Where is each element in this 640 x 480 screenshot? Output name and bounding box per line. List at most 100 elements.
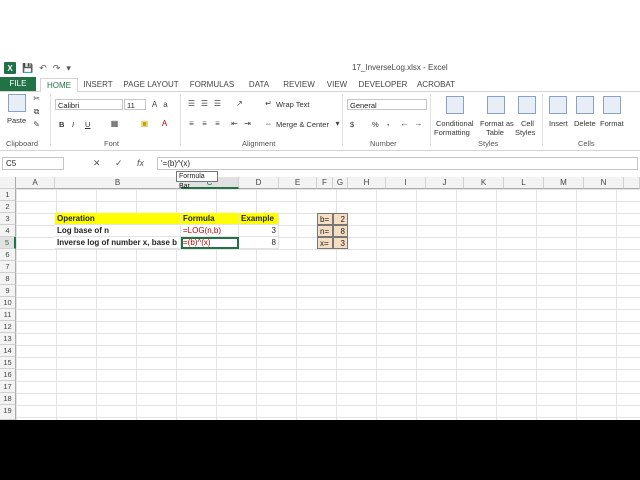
column-header-f[interactable]: F	[317, 177, 333, 189]
save-icon[interactable]: 💾	[22, 63, 33, 74]
percent-button[interactable]: %	[372, 120, 379, 129]
customize-icon[interactable]: ▾	[66, 63, 71, 74]
tab-review[interactable]: REVIEW	[280, 78, 318, 91]
cell-d4[interactable]: 3	[239, 225, 279, 237]
row-header[interactable]: 16	[0, 369, 16, 381]
decrease-font-icon[interactable]: a	[161, 101, 170, 109]
format-as-table-label-1[interactable]: Format as	[480, 119, 514, 128]
undo-icon[interactable]: ↶	[39, 63, 47, 74]
column-header-g[interactable]: G	[333, 177, 348, 189]
conditional-formatting-label-1[interactable]: Conditional	[436, 119, 474, 128]
row-header[interactable]: 6	[0, 249, 16, 261]
bold-button[interactable]: B	[59, 120, 64, 129]
row-header[interactable]: 11	[0, 309, 16, 321]
insert-function-icon[interactable]: fx	[137, 158, 144, 168]
decrease-indent-icon[interactable]: ⇤	[230, 120, 239, 128]
format-painter-icon[interactable]: ✎	[32, 121, 41, 129]
name-box[interactable]: C5	[2, 157, 64, 170]
tab-view[interactable]: VIEW	[322, 78, 352, 91]
underline-button[interactable]: U	[85, 120, 90, 129]
row-header[interactable]: 18	[0, 393, 16, 405]
column-header-m[interactable]: M	[544, 177, 584, 189]
row-header[interactable]: 2	[0, 201, 16, 213]
row-header[interactable]: 1	[0, 189, 16, 201]
row-header[interactable]: 7	[0, 261, 16, 273]
increase-decimal-icon[interactable]: ←	[400, 120, 409, 128]
format-as-table-icon[interactable]	[487, 96, 505, 114]
cell-d3[interactable]: Example	[239, 213, 279, 225]
row-header[interactable]: 8	[0, 273, 16, 285]
row-header[interactable]: 4	[0, 225, 16, 237]
number-format-select[interactable]: General	[347, 99, 427, 110]
row-header[interactable]: 5	[0, 237, 16, 249]
formula-input[interactable]: '=(b)^(x)	[157, 157, 638, 170]
conditional-formatting-icon[interactable]	[446, 96, 464, 114]
cell-styles-icon[interactable]	[518, 96, 536, 114]
column-header-b[interactable]: B	[55, 177, 181, 189]
tab-acrobat[interactable]: ACROBAT	[414, 78, 458, 91]
paste-button[interactable]: Paste	[7, 116, 26, 125]
cell-styles-label-2[interactable]: Styles	[515, 128, 535, 137]
wrap-text-button[interactable]: Wrap Text	[276, 100, 310, 109]
cancel-icon[interactable]: ✕	[93, 158, 101, 169]
font-name-select[interactable]: Calibri	[55, 99, 123, 110]
align-left-icon[interactable]: ≡	[187, 120, 196, 128]
tab-insert[interactable]: INSERT	[80, 78, 116, 91]
decrease-decimal-icon[interactable]: →	[414, 120, 423, 128]
paste-icon[interactable]	[8, 94, 26, 112]
tab-page-layout[interactable]: PAGE LAYOUT	[122, 78, 180, 91]
row-header[interactable]: 3	[0, 213, 16, 225]
column-header-i[interactable]: I	[386, 177, 426, 189]
increase-indent-icon[interactable]: ⇥	[243, 120, 252, 128]
insert-cells-icon[interactable]	[549, 96, 567, 114]
cell-f4[interactable]: n=	[317, 225, 333, 237]
row-header[interactable]: 17	[0, 381, 16, 393]
column-header-k[interactable]: K	[464, 177, 504, 189]
column-header-h[interactable]: H	[348, 177, 386, 189]
font-color-icon[interactable]: A	[160, 120, 169, 128]
column-header-a[interactable]: A	[16, 177, 55, 189]
merge-center-button[interactable]: Merge & Center	[276, 120, 329, 129]
cell-d5[interactable]: 8	[239, 237, 279, 249]
fill-color-icon[interactable]: ▣	[140, 120, 149, 128]
column-header-l[interactable]: L	[504, 177, 544, 189]
conditional-formatting-label-2[interactable]: Formatting	[434, 128, 470, 137]
row-header[interactable]: 10	[0, 297, 16, 309]
row-header[interactable]: 13	[0, 333, 16, 345]
cell-b5[interactable]: Inverse log of number x, base b	[55, 237, 181, 249]
column-header-n[interactable]: N	[584, 177, 624, 189]
top-align-icon[interactable]: ☰	[187, 100, 196, 108]
align-right-icon[interactable]: ≡	[213, 120, 222, 128]
cell-g5[interactable]: 3	[333, 237, 348, 249]
row-header[interactable]: 15	[0, 357, 16, 369]
cell-g3[interactable]: 2	[333, 213, 348, 225]
middle-align-icon[interactable]: ☰	[200, 100, 209, 108]
cell-b3[interactable]: Operation	[55, 213, 181, 225]
cell-g4[interactable]: 8	[333, 225, 348, 237]
format-cells-icon[interactable]	[603, 96, 621, 114]
delete-cells-icon[interactable]	[576, 96, 594, 114]
worksheet-grid[interactable]: A B C D E F G H I J K L M N 1 2 3 4 5 6 …	[0, 177, 640, 420]
row-header[interactable]: 19	[0, 405, 16, 420]
cell-b4[interactable]: Log base of n	[55, 225, 181, 237]
delete-cells-button[interactable]: Delete	[574, 119, 596, 128]
cell-f5[interactable]: x=	[317, 237, 333, 249]
row-header[interactable]: 14	[0, 345, 16, 357]
bottom-align-icon[interactable]: ☰	[213, 100, 222, 108]
format-cells-button[interactable]: Format	[600, 119, 624, 128]
column-header-d[interactable]: D	[239, 177, 279, 189]
enter-icon[interactable]: ✓	[115, 158, 123, 169]
tab-home[interactable]: HOME	[40, 78, 78, 93]
tab-formulas[interactable]: FORMULAS	[188, 78, 236, 91]
cut-icon[interactable]: ✂	[32, 95, 41, 103]
font-size-select[interactable]: 11	[124, 99, 146, 110]
tab-data[interactable]: DATA	[244, 78, 274, 91]
row-header[interactable]: 12	[0, 321, 16, 333]
orientation-icon[interactable]: ↗	[235, 100, 244, 108]
insert-cells-button[interactable]: Insert	[549, 119, 568, 128]
row-header[interactable]: 9	[0, 285, 16, 297]
comma-button[interactable]: ,	[387, 118, 389, 127]
cell-c4[interactable]: =LOG(n,b)	[181, 225, 239, 237]
currency-button[interactable]: $	[350, 120, 354, 129]
format-as-table-label-2[interactable]: Table	[486, 128, 504, 137]
